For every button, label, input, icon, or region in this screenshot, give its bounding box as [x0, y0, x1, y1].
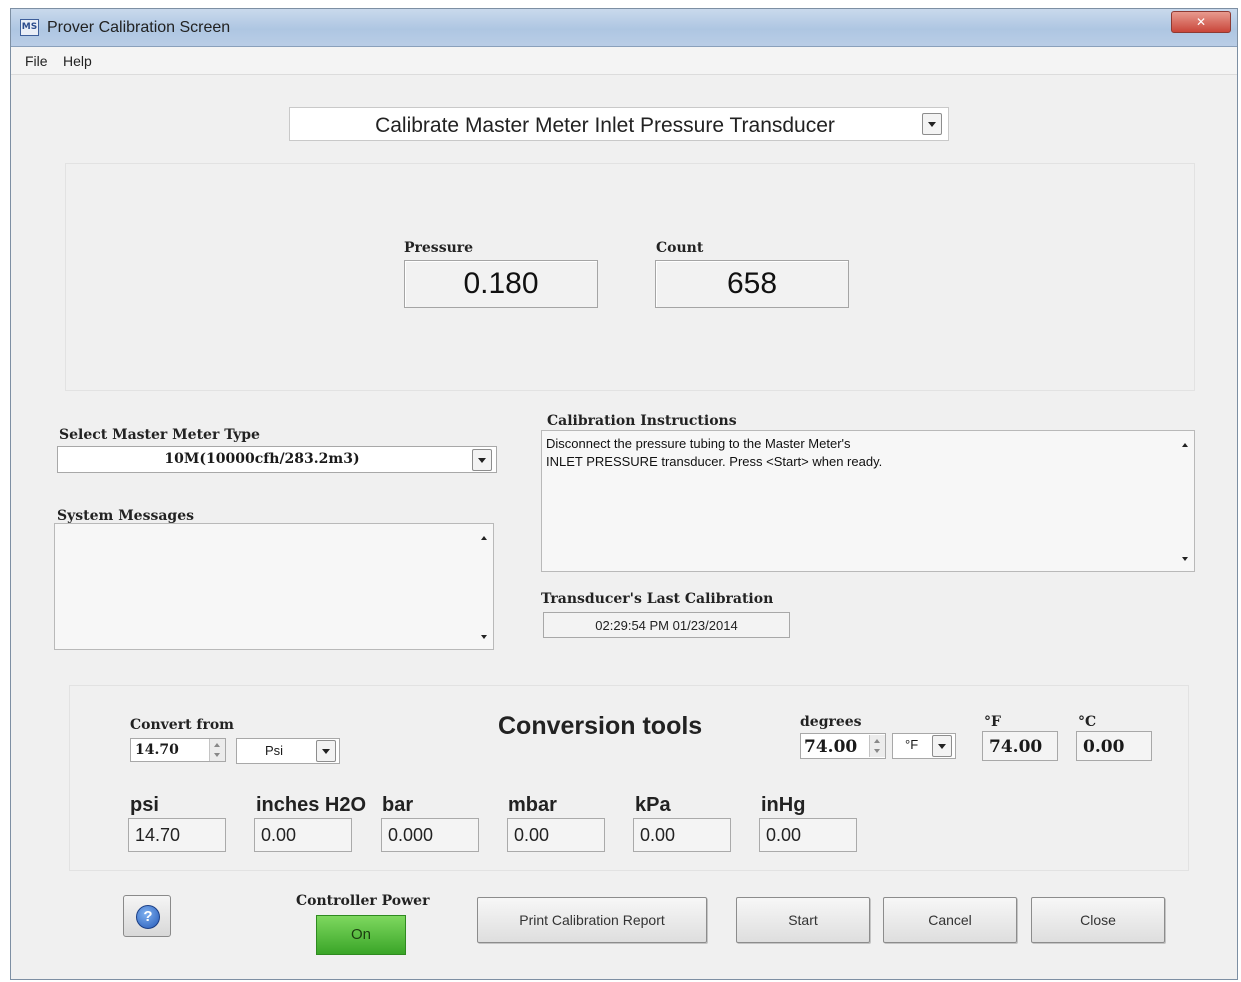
window-close-button[interactable]: ✕	[1171, 11, 1231, 33]
stepper-icon[interactable]	[209, 739, 225, 761]
meter-type-label: Select Master Meter Type	[59, 427, 260, 443]
celsius-field: 0.00	[1076, 731, 1152, 761]
celsius-label: °C	[1078, 714, 1097, 730]
conversion-panel: Convert from 14.70 Psi Conversion tools …	[69, 685, 1189, 871]
calibration-mode-value: Calibrate Master Meter Inlet Pressure Tr…	[375, 114, 835, 137]
inhg-label: inHg	[761, 794, 806, 816]
degrees-input[interactable]: 74.00	[800, 733, 886, 759]
degrees-unit-value: °F	[905, 737, 919, 752]
cancel-button[interactable]: Cancel	[883, 897, 1017, 943]
bar-label: bar	[382, 794, 414, 816]
convert-from-value: 14.70	[135, 742, 179, 758]
meter-type-select[interactable]: 10M(10000cfh/283.2m3)	[57, 446, 497, 473]
last-calibration-value: 02:29:54 PM 01/23/2014	[595, 618, 738, 633]
scroll-up-icon[interactable]	[481, 536, 487, 540]
menu-help[interactable]: Help	[63, 53, 92, 69]
inches-h2o-field: 0.00	[254, 818, 352, 852]
convert-unit-value: Psi	[265, 743, 284, 758]
pressure-value: 0.180	[404, 260, 598, 308]
count-value: 658	[655, 260, 849, 308]
last-calibration-field: 02:29:54 PM 01/23/2014	[543, 612, 790, 638]
pressure-label: Pressure	[404, 240, 474, 256]
help-button[interactable]: ?	[123, 895, 171, 937]
scroll-down-icon[interactable]	[481, 635, 487, 639]
psi-field: 14.70	[128, 818, 226, 852]
window-title: Prover Calibration Screen	[47, 19, 231, 36]
convert-from-input[interactable]: 14.70	[130, 738, 226, 762]
calibration-mode-select[interactable]: Calibrate Master Meter Inlet Pressure Tr…	[289, 107, 949, 141]
chevron-down-icon[interactable]	[472, 449, 492, 471]
inches-h2o-label: inches H2O	[256, 794, 367, 816]
system-messages-label: System Messages	[57, 508, 195, 524]
calibration-window: MS Prover Calibration Screen ✕ File Help…	[10, 8, 1238, 980]
scroll-up-icon[interactable]	[1182, 443, 1188, 447]
chevron-down-icon[interactable]	[316, 740, 336, 762]
bar-field: 0.000	[381, 818, 479, 852]
mbar-label: mbar	[508, 794, 557, 816]
convert-from-label: Convert from	[130, 717, 234, 733]
client-area: Calibrate Master Meter Inlet Pressure Tr…	[11, 75, 1237, 981]
meter-type-value: 10M(10000cfh/283.2m3)	[164, 451, 360, 467]
fahrenheit-field: 74.00	[982, 731, 1058, 761]
readout-panel: Pressure 0.180 Count 658	[65, 163, 1195, 391]
fahrenheit-label: °F	[984, 714, 1001, 730]
controller-power-toggle[interactable]: On	[316, 915, 406, 955]
count-label: Count	[656, 240, 704, 256]
mbar-field: 0.00	[507, 818, 605, 852]
stepper-icon[interactable]	[869, 735, 885, 757]
instructions-label: Calibration Instructions	[547, 413, 737, 429]
instructions-text: Disconnect the pressure tubing to the Ma…	[546, 435, 882, 471]
scroll-down-icon[interactable]	[1182, 557, 1188, 561]
degrees-label: degrees	[800, 714, 862, 730]
controller-power-label: Controller Power	[296, 893, 430, 909]
convert-unit-select[interactable]: Psi	[236, 738, 340, 764]
fahrenheit-value: 74.00	[989, 737, 1043, 757]
print-report-button[interactable]: Print Calibration Report	[477, 897, 707, 943]
app-icon: MS	[20, 19, 39, 36]
title-bar: MS Prover Calibration Screen ✕	[11, 9, 1237, 47]
system-messages-area[interactable]	[54, 523, 494, 650]
instructions-line-2: INLET PRESSURE transducer. Press <Start>…	[546, 454, 883, 469]
instructions-area[interactable]: Disconnect the pressure tubing to the Ma…	[541, 430, 1195, 572]
psi-label: psi	[130, 794, 159, 816]
kpa-label: kPa	[635, 794, 671, 816]
conversion-tools-title: Conversion tools	[498, 712, 703, 740]
menu-bar: File Help	[11, 47, 1237, 75]
degrees-unit-select[interactable]: °F	[892, 733, 956, 759]
inhg-field: 0.00	[759, 818, 857, 852]
kpa-field: 0.00	[633, 818, 731, 852]
start-button[interactable]: Start	[736, 897, 870, 943]
chevron-down-icon[interactable]	[922, 113, 942, 135]
instructions-line-1: Disconnect the pressure tubing to the Ma…	[546, 436, 851, 451]
chevron-down-icon[interactable]	[932, 735, 952, 757]
celsius-value: 0.00	[1083, 737, 1125, 757]
close-button[interactable]: Close	[1031, 897, 1165, 943]
degrees-value: 74.00	[804, 737, 858, 757]
menu-file[interactable]: File	[25, 53, 48, 69]
help-icon: ?	[136, 905, 160, 929]
last-calibration-label: Transducer's Last Calibration	[541, 591, 774, 607]
